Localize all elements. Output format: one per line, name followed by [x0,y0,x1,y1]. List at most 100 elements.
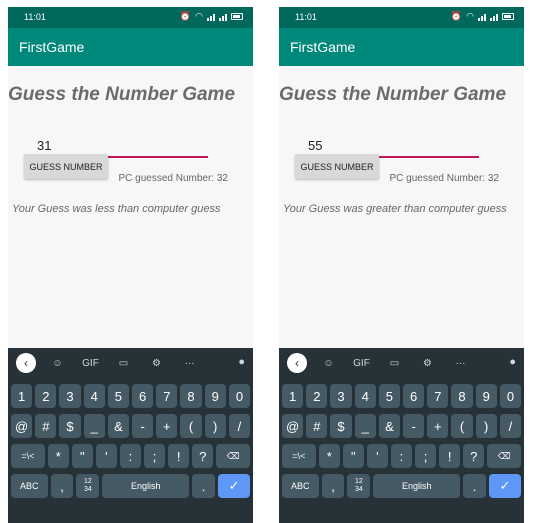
key-comma[interactable]: , [50,474,74,498]
keyboard-row-digits: 1 2 3 4 5 6 7 8 9 0 [279,384,524,408]
key[interactable]: 4 [354,384,376,408]
key[interactable]: 3 [59,384,81,408]
key[interactable]: ! [168,444,190,468]
mic-icon[interactable]: ● [238,356,245,368]
key[interactable]: ( [451,414,473,438]
status-icons: ⏰ ◠ [180,11,243,22]
key[interactable]: 6 [132,384,154,408]
key[interactable]: 7 [427,384,449,408]
key[interactable]: : [119,444,142,468]
key[interactable]: * [318,444,340,468]
key[interactable]: _ [83,414,105,438]
key[interactable]: $ [330,414,352,438]
key-comma[interactable]: , [321,474,345,498]
key[interactable]: ; [144,444,166,468]
key[interactable]: ! [439,444,461,468]
key[interactable]: ; [415,444,437,468]
key[interactable]: 0 [228,384,251,408]
key[interactable]: 5 [378,384,401,408]
gif-button[interactable]: GIF [345,358,378,369]
key[interactable]: 4 [83,384,105,408]
key[interactable]: ? [463,444,485,468]
key[interactable]: " [342,444,364,468]
key[interactable]: & [378,414,401,438]
backspace-icon[interactable]: ⌫ [216,444,250,468]
backspace-icon[interactable]: ⌫ [487,444,521,468]
key-period[interactable]: . [192,474,216,498]
key[interactable]: $ [59,414,81,438]
main-content: Guess the Number Game GUESS NUMBER PC gu… [8,66,253,348]
key[interactable]: ( [180,414,202,438]
key[interactable]: _ [354,414,376,438]
app-bar: FirstGame [8,28,253,66]
more-button[interactable]: ··· [173,358,206,369]
key[interactable]: ) [204,414,226,438]
sticker-icon[interactable]: ☺ [41,358,74,369]
key[interactable]: " [71,444,93,468]
clipboard-icon[interactable]: ▭ [107,358,140,369]
key[interactable]: 9 [475,384,497,408]
back-icon[interactable]: ‹ [16,353,36,373]
key[interactable]: 0 [499,384,522,408]
key[interactable]: @ [282,414,304,438]
key-space[interactable]: English [102,474,190,498]
guess-number-button[interactable]: GUESS NUMBER [24,154,108,179]
alarm-icon: ⏰ [179,11,192,21]
key-abc[interactable]: ABC [282,474,319,498]
key[interactable]: 6 [403,384,425,408]
keyboard-toolbar: ‹ ☺ GIF ▭ ⚙ ··· ● [279,348,524,378]
key[interactable]: * [47,444,69,468]
key[interactable]: / [228,414,251,438]
enter-check-icon[interactable]: ✓ [218,474,251,498]
key[interactable]: # [35,414,57,438]
key[interactable]: 2 [306,384,328,408]
keyboard-row-symbols: @ # $ _ & - + ( ) / [8,414,253,438]
key-numpad[interactable]: 12 34 [347,474,371,498]
keyboard-row-bottom: ABC , 12 34 English . ✓ [279,474,524,498]
key[interactable]: 1 [282,384,304,408]
mic-icon[interactable]: ● [509,356,516,368]
key[interactable]: / [499,414,522,438]
status-bar: 11:01 ⏰ ◠ [279,7,524,28]
key[interactable]: ) [475,414,497,438]
key[interactable]: + [156,414,178,438]
more-button[interactable]: ··· [444,358,477,369]
key[interactable]: & [107,414,130,438]
key-period[interactable]: . [463,474,487,498]
signal-icon [207,13,215,21]
key[interactable]: # [306,414,328,438]
key[interactable]: 3 [330,384,352,408]
key-abc[interactable]: ABC [11,474,48,498]
signal-icon-2 [490,13,498,21]
clipboard-icon[interactable]: ▭ [378,358,411,369]
gear-icon[interactable]: ⚙ [140,358,173,369]
key[interactable]: 5 [107,384,130,408]
key[interactable]: 2 [35,384,57,408]
gear-icon[interactable]: ⚙ [411,358,444,369]
key[interactable]: - [132,414,154,438]
key[interactable]: + [427,414,449,438]
key[interactable]: ' [95,444,117,468]
key[interactable]: 7 [156,384,178,408]
key[interactable]: ' [366,444,388,468]
key[interactable]: : [390,444,413,468]
back-icon[interactable]: ‹ [287,353,307,373]
key[interactable]: @ [11,414,33,438]
wifi-icon: ◠ [195,11,203,21]
enter-check-icon[interactable]: ✓ [489,474,522,498]
key[interactable]: 1 [11,384,33,408]
key-space[interactable]: English [373,474,461,498]
battery-icon [502,13,514,20]
keyboard-row-symbols-2: =\< * " ' : ; ! ? ⌫ [8,444,253,468]
key-more-symbols[interactable]: =\< [282,444,316,468]
key[interactable]: 8 [180,384,202,408]
sticker-icon[interactable]: ☺ [312,358,345,369]
key[interactable]: ? [192,444,214,468]
guess-number-button[interactable]: GUESS NUMBER [295,154,379,179]
key-more-symbols[interactable]: =\< [11,444,45,468]
gif-button[interactable]: GIF [74,358,107,369]
key[interactable]: - [403,414,425,438]
key[interactable]: 8 [451,384,473,408]
key-numpad[interactable]: 12 34 [76,474,100,498]
key[interactable]: 9 [204,384,226,408]
